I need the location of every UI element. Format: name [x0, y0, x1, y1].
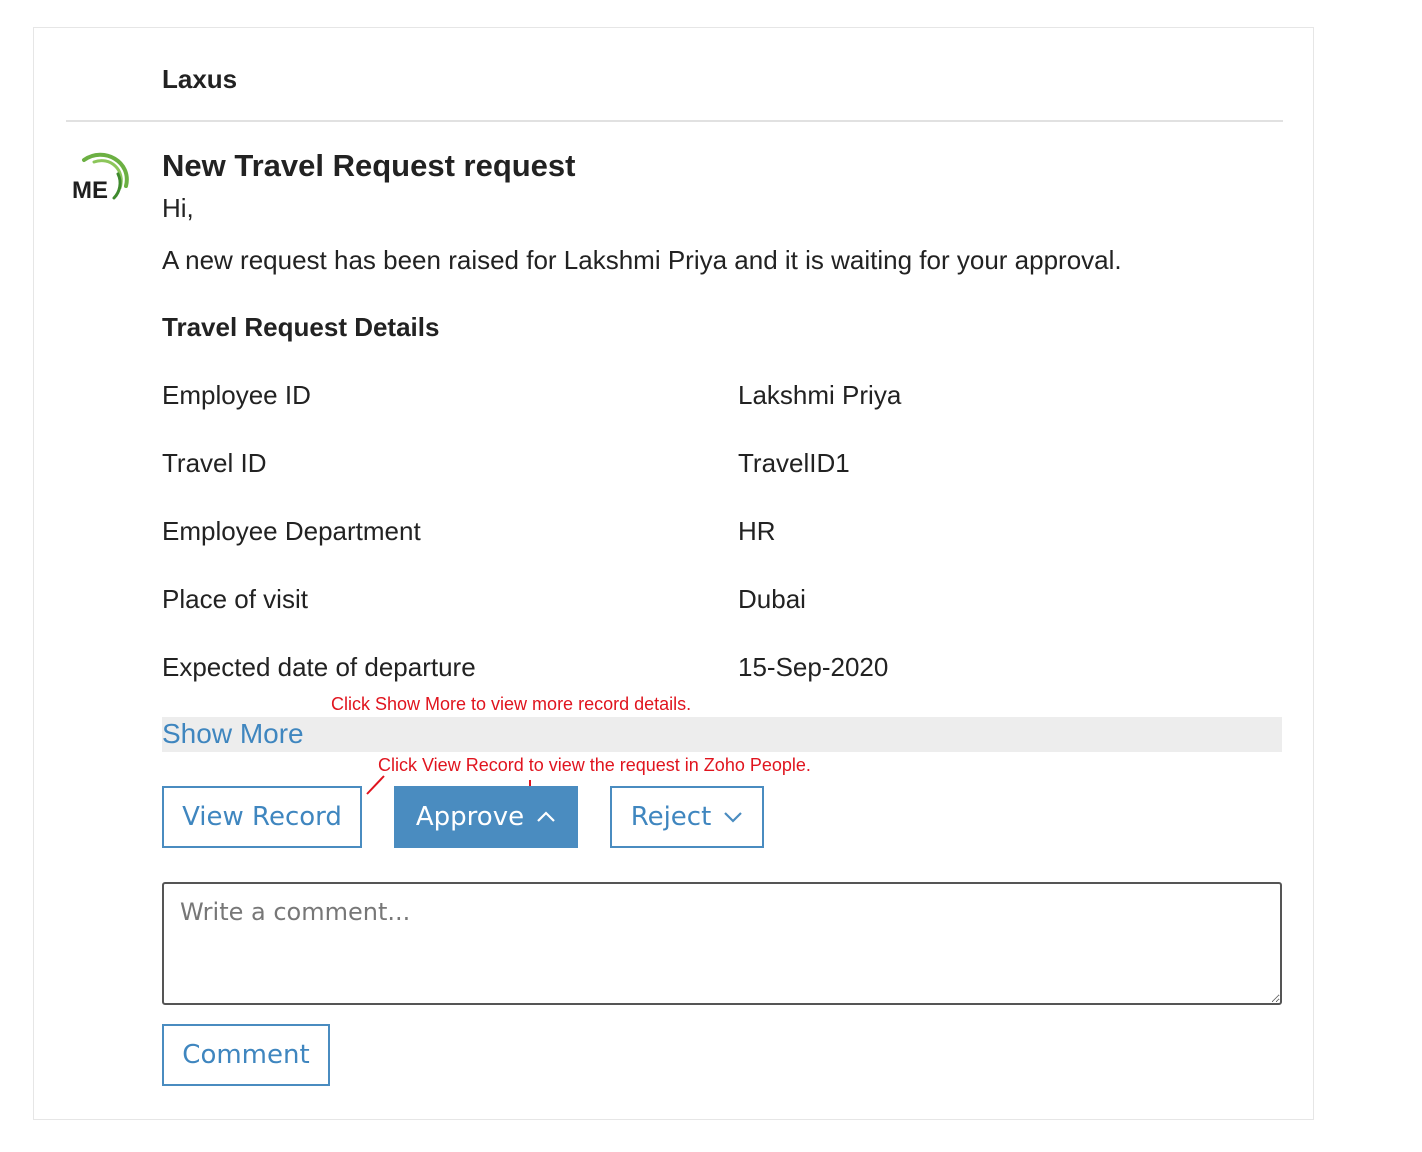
chevron-down-icon [724, 812, 743, 823]
detail-label: Place of visit [162, 584, 308, 614]
sender-name: Laxus [162, 64, 238, 94]
detail-value: 15-Sep-2020 [738, 652, 889, 682]
greeting-text: Hi, [162, 193, 194, 223]
comment-button-label: Comment [182, 1040, 310, 1070]
message-card: Laxus ME New Travel Request request Hi, … [33, 27, 1314, 1120]
message-body: A new request has been raised for Lakshm… [162, 245, 1122, 275]
details-table: Employee ID Lakshmi Priya Travel ID Trav… [162, 380, 1162, 720]
detail-row-place-of-visit: Place of visit Dubai [162, 584, 1162, 652]
show-more-bar [162, 717, 1282, 752]
show-more-link[interactable]: Show More [162, 718, 304, 750]
logo-text: ME [72, 177, 108, 204]
view-record-label: View Record [182, 802, 342, 832]
detail-value: Lakshmi Priya [738, 380, 902, 410]
annotation-pointer-icon [366, 775, 385, 795]
detail-label: Travel ID [162, 448, 267, 478]
reject-button[interactable]: Reject [610, 786, 764, 848]
view-record-button[interactable]: View Record [162, 786, 362, 848]
chevron-up-icon [537, 811, 555, 822]
reject-label: Reject [630, 802, 712, 832]
detail-row-department: Employee Department HR [162, 516, 1162, 584]
approve-label: Approve [415, 802, 525, 832]
details-section-title: Travel Request Details [162, 312, 440, 342]
app-logo: ME [70, 148, 132, 210]
detail-value: HR [738, 516, 776, 546]
detail-label: Employee Department [162, 516, 421, 546]
detail-value: Dubai [738, 584, 806, 614]
annotation-show-more: Click Show More to view more record deta… [331, 694, 692, 714]
detail-row-employee-id: Employee ID Lakshmi Priya [162, 380, 1162, 448]
request-title: New Travel Request request [162, 148, 576, 183]
detail-label: Expected date of departure [162, 652, 476, 682]
comment-input[interactable] [162, 882, 1282, 1005]
detail-value: TravelID1 [738, 448, 850, 478]
detail-row-travel-id: Travel ID TravelID1 [162, 448, 1162, 516]
approve-button[interactable]: Approve [394, 786, 578, 848]
header-divider [66, 120, 1283, 122]
comment-button[interactable]: Comment [162, 1024, 330, 1086]
manageengine-logo-icon: ME [72, 152, 129, 204]
detail-label: Employee ID [162, 380, 311, 410]
annotation-view-record: Click View Record to view the request in… [378, 755, 811, 775]
